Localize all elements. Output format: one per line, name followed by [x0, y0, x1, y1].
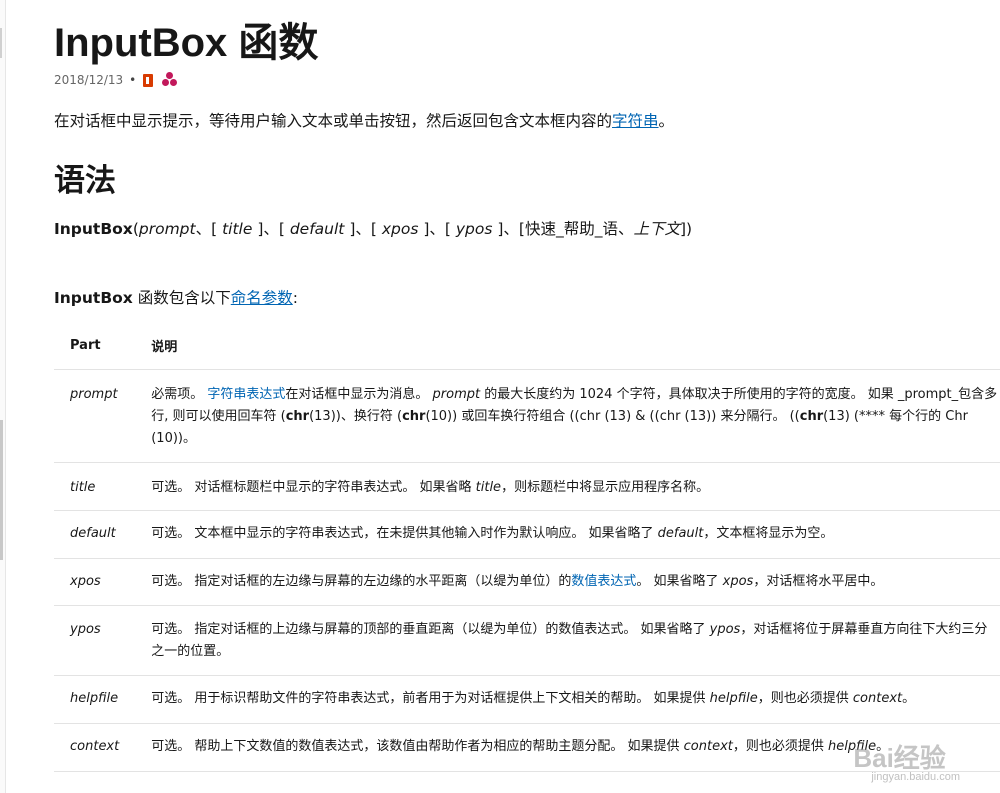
rail-scrollbar[interactable] [0, 420, 3, 560]
syntax-context: 上下文 [633, 220, 680, 238]
params-intro-text: 函数包含以下 [132, 289, 231, 307]
numeric-expression-link[interactable]: 数值表达式 [571, 574, 636, 589]
syntax-fn: InputBox [54, 220, 133, 238]
syntax-default: default [289, 220, 345, 238]
summary: 在对话框中显示提示，等待用户输入文本或单击按钮，然后返回包含文本框内容的字符串。 [54, 108, 1000, 134]
rail-tick [0, 28, 2, 58]
article-meta: 2018/12/13 • [54, 70, 1000, 90]
table-row: prompt 必需项。 字符串表达式在对话框中显示为消息。 prompt 的最大… [54, 369, 1000, 463]
param-name: prompt [54, 369, 136, 463]
string-expression-link[interactable]: 字符串表达式 [207, 387, 285, 402]
param-desc: 可选。 文本框中显示的字符串表达式，在未提供其他输入时作为默认响应。 如果省略了… [135, 510, 1000, 559]
param-desc: 可选。 指定对话框的左边缘与屏幕的左边缘的水平距离（以缇为单位）的数值表达式。 … [135, 558, 1000, 606]
col-header-part: Part [54, 324, 136, 370]
param-name: xpos [54, 558, 136, 606]
params-intro-fn: InputBox [54, 289, 133, 307]
params-intro: InputBox 函数包含以下命名参数: [54, 286, 1000, 310]
named-params-link[interactable]: 命名参数 [231, 289, 293, 307]
table-row: title 可选。 对话框标题栏中显示的字符串表达式。 如果省略 title，则… [54, 462, 1000, 511]
param-desc: 可选。 对话框标题栏中显示的字符串表达式。 如果省略 title，则标题栏中将显… [135, 462, 1000, 511]
page-title: InputBox 函数 [54, 21, 319, 65]
syntax-sep: ]、[ [418, 220, 456, 238]
table-row: helpfile 可选。 用于标识帮助文件的字符串表达式，前者用于为对话框提供上… [54, 675, 1000, 724]
param-name: default [54, 510, 136, 559]
param-desc: 可选。 用于标识帮助文件的字符串表达式，前者用于为对话框提供上下文相关的帮助。 … [135, 675, 1000, 724]
article-date: 2018/12/13 [54, 73, 124, 87]
params-table: Part 说明 prompt 必需项。 字符串表达式在对话框中显示为消息。 pr… [54, 324, 1000, 772]
table-row: ypos 可选。 指定对话框的上边缘与屏幕的顶部的垂直距离（以缇为单位）的数值表… [54, 605, 1000, 676]
article: InputBox 函数 2018/12/13 • 在对话框中显示提示，等待用户输… [54, 14, 1000, 772]
syntax-ypos: ypos [455, 220, 493, 238]
param-name: helpfile [54, 675, 136, 724]
table-header-row: Part 说明 [54, 324, 1000, 370]
string-link[interactable]: 字符串 [612, 112, 659, 130]
col-header-desc: 说明 [135, 324, 1000, 370]
office-icon[interactable] [142, 73, 156, 88]
syntax-sep: 、[ [195, 220, 223, 238]
contributors-icon[interactable] [162, 72, 178, 88]
param-name: ypos [54, 605, 136, 676]
syntax-sep: ]、[ [252, 220, 290, 238]
syntax-title: title [222, 220, 253, 238]
param-desc: 可选。 帮助上下文数值的数值表达式，该数值由帮助作者为相应的帮助主题分配。 如果… [135, 723, 1000, 772]
syntax-close: ]) [680, 220, 693, 238]
table-row: xpos 可选。 指定对话框的左边缘与屏幕的左边缘的水平距离（以缇为单位）的数值… [54, 558, 1000, 606]
summary-text: 在对话框中显示提示，等待用户输入文本或单击按钮，然后返回包含文本框内容的 [54, 112, 613, 130]
syntax-prompt: prompt [138, 220, 196, 238]
meta-separator: • [129, 73, 137, 87]
param-name: title [54, 462, 136, 511]
left-rail [0, 0, 6, 793]
table-row: context 可选。 帮助上下文数值的数值表达式，该数值由帮助作者为相应的帮助… [54, 723, 1000, 772]
param-desc: 可选。 指定对话框的上边缘与屏幕的顶部的垂直距离（以缇为单位）的数值表达式。 如… [135, 605, 1000, 676]
params-intro-end: : [292, 289, 298, 307]
summary-end: 。 [658, 112, 675, 130]
syntax-heading: 语法 [54, 163, 116, 198]
syntax-line: InputBox(prompt、[ title ]、[ default ]、[ … [54, 217, 1000, 241]
syntax-sep: ]、[快速_帮助_语、 [492, 220, 634, 238]
param-desc: 必需项。 字符串表达式在对话框中显示为消息。 prompt 的最大长度约为 10… [135, 369, 1000, 463]
syntax-xpos: xpos [381, 220, 419, 238]
syntax-sep: ]、[ [344, 220, 382, 238]
param-name: context [54, 723, 136, 772]
table-row: default 可选。 文本框中显示的字符串表达式，在未提供其他输入时作为默认响… [54, 510, 1000, 559]
